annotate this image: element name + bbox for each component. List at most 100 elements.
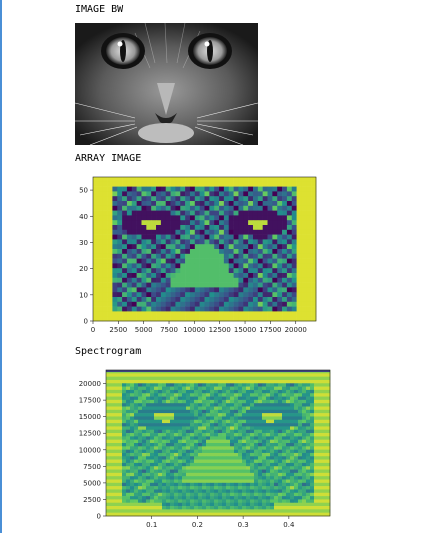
heatmap-cell [186,492,191,497]
heatmap-cell [180,210,186,216]
heatmap-cell [194,512,199,517]
heatmap-cell [190,499,195,504]
heatmap-cell [246,376,251,381]
heatmap-cell [114,433,119,437]
heatmap-cell [190,479,195,484]
heatmap-cell [272,316,278,322]
heatmap-cell [318,439,323,444]
heatmap-cell [226,496,231,500]
heatmap-cell [234,429,239,434]
heatmap-cell [310,489,315,494]
heatmap-cell [206,466,211,470]
heatmap-cell [277,297,283,303]
heatmap-cell [311,215,317,221]
heatmap-cell [219,215,225,221]
heatmap-cell [290,379,295,384]
heatmap-cell [250,486,255,490]
heatmap-cell [198,399,203,404]
heatmap-cell [110,413,115,417]
heatmap-cell [170,512,175,517]
heatmap-cell [136,249,142,255]
heatmap-cell [286,409,291,414]
heatmap-cell [165,220,171,226]
heatmap-cell [262,277,268,283]
heatmap-cell [233,306,239,312]
heatmap-cell [107,229,113,235]
heatmap-cell [291,277,297,283]
heatmap-cell [238,419,243,424]
heatmap-cell [136,201,142,207]
heatmap-cell [189,196,196,202]
heatmap-cell [151,306,157,312]
heatmap-cell [219,181,225,187]
heatmap-cell [122,476,127,480]
heatmap-cell [214,406,219,411]
heatmap-cell [141,229,147,235]
heatmap-cell [310,512,315,517]
heatmap-cell [258,472,263,477]
heatmap-cell [238,258,244,264]
heatmap-cell [118,472,123,477]
heatmap-cell [318,476,323,480]
heatmap-cell [93,234,99,240]
heatmap-cell [266,469,271,474]
heatmap-cell [122,482,127,487]
heatmap-cell [93,215,99,221]
heatmap-cell [226,449,231,454]
heatmap-cell [296,234,302,240]
heatmap-cell [252,177,259,183]
heatmap-cell [290,383,295,387]
heatmap-cell [250,403,255,407]
heatmap-cell [110,403,115,407]
heatmap-cell [142,399,147,404]
heatmap-cell [310,492,315,497]
heatmap-cell [126,210,133,216]
heatmap-cell [222,509,227,513]
heatmap-cell [174,406,179,411]
heatmap-cell [246,462,251,467]
heatmap-cell [290,479,295,484]
heatmap-cell [222,489,227,494]
heatmap-cell [97,292,103,298]
heatmap-cell [262,373,267,377]
heatmap-cell [286,496,291,500]
heatmap-cell [97,181,103,187]
heatmap-cell [326,469,331,474]
heatmap-cell [210,436,215,440]
heatmap-cell [110,499,115,504]
heatmap-cell [262,436,267,440]
heatmap-cell [136,287,142,293]
heatmap-cell [314,423,319,427]
heatmap-cell [146,316,152,322]
heatmap-cell [306,244,312,250]
heatmap-cell [151,268,157,274]
heatmap-cell [106,459,111,464]
heatmap-cell [318,482,323,487]
heatmap-cell [262,466,267,470]
heatmap-cell [165,287,171,293]
heatmap-cell [93,196,99,202]
heatmap-cell [230,466,235,470]
heatmap-cell [107,292,113,298]
heatmap-cell [282,443,287,447]
heatmap-cell [258,389,263,394]
heatmap-cell [136,186,142,192]
heatmap-cell [170,413,175,417]
heatmap-cell [138,492,143,497]
heatmap-cell [165,268,171,274]
heatmap-cell [310,479,315,484]
heatmap-cell [146,297,152,303]
heatmap-cell [234,489,239,494]
heatmap-cell [218,486,223,490]
heatmap-cell [291,306,297,312]
heatmap-cell [182,389,187,394]
heatmap-cell [311,244,317,250]
heatmap-cell [175,201,181,207]
heatmap-cell [246,386,251,391]
heatmap-cell [282,205,288,211]
heatmap-cell [122,306,128,312]
heatmap-cell [294,446,299,450]
heatmap-cell [267,306,273,312]
heatmap-cell [301,215,307,221]
heatmap-cell [218,443,223,447]
